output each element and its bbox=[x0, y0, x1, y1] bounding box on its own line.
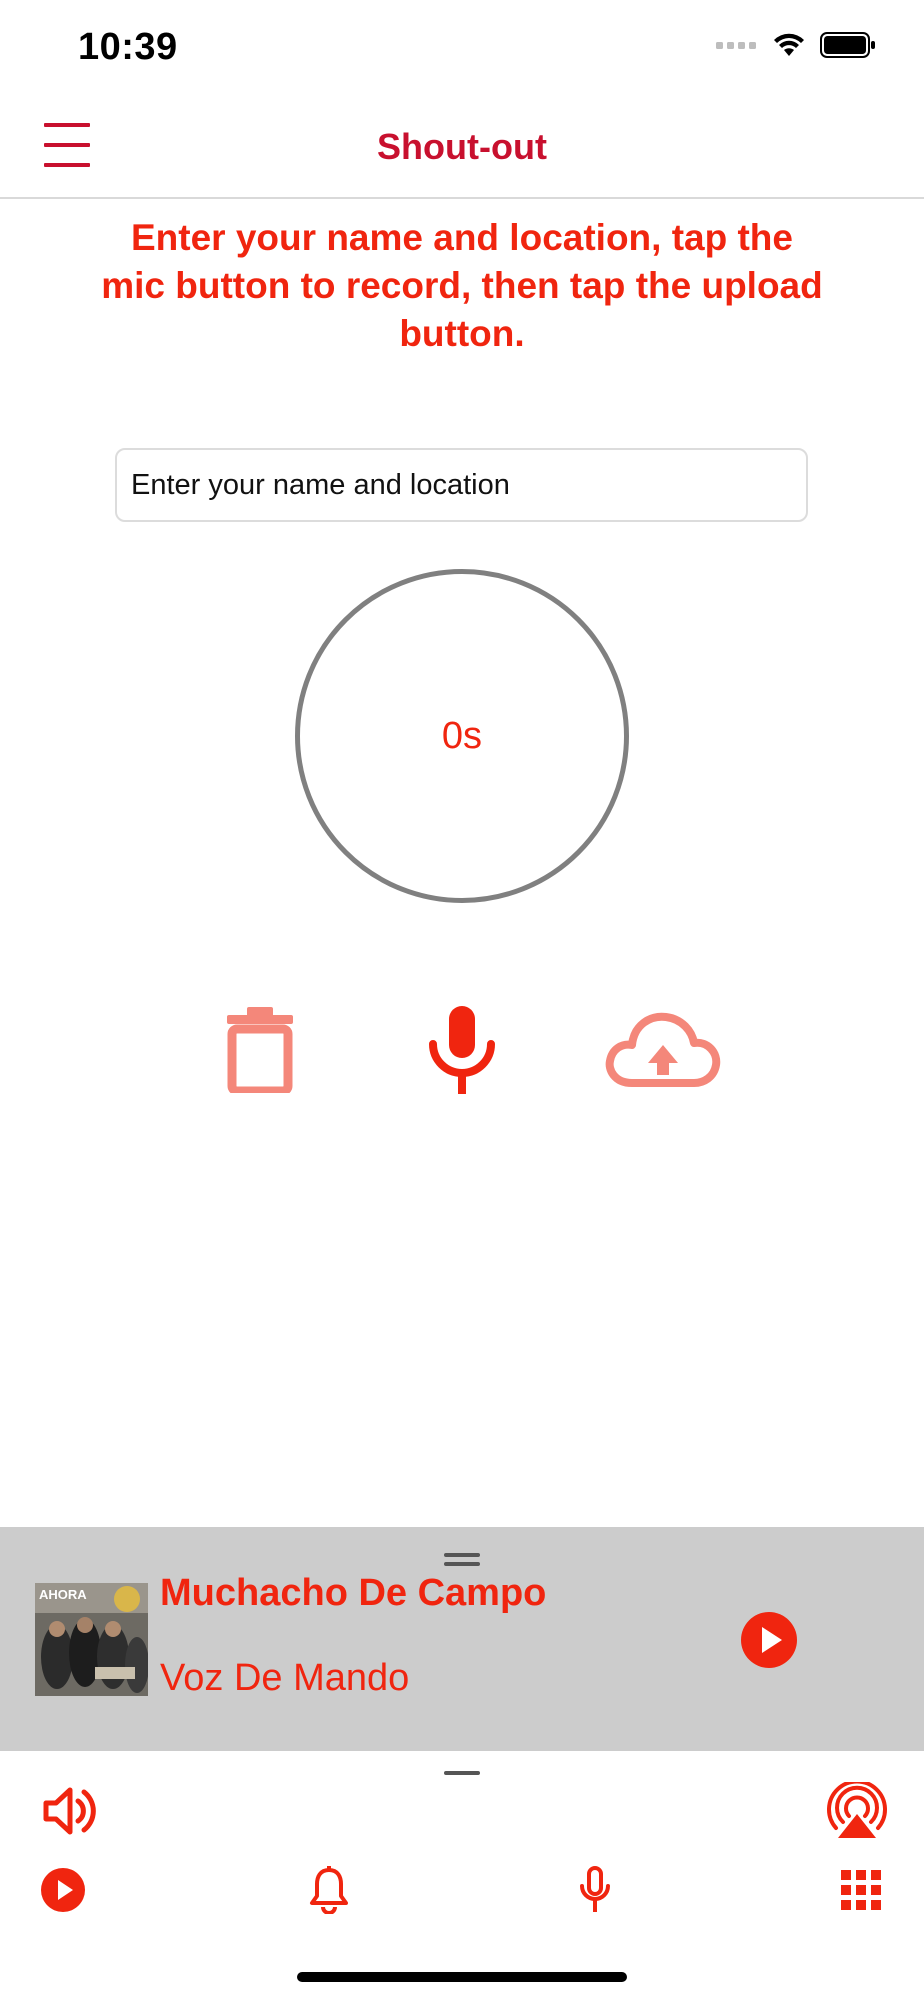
cellular-signal-icon bbox=[716, 42, 756, 49]
volume-button[interactable] bbox=[40, 1784, 100, 1838]
trash-icon bbox=[227, 1007, 293, 1093]
status-icons bbox=[716, 32, 876, 58]
tab-more[interactable] bbox=[838, 1867, 884, 1913]
battery-icon bbox=[820, 32, 875, 58]
mic-icon bbox=[580, 1866, 610, 1912]
microphone-icon bbox=[429, 1006, 495, 1094]
track-title: Muchacho De Campo bbox=[160, 1572, 547, 1614]
play-circle-icon bbox=[741, 1612, 797, 1668]
player-drag-handle[interactable] bbox=[444, 1553, 480, 1557]
player-play-button[interactable] bbox=[740, 1611, 798, 1669]
album-art-image: AHORA bbox=[35, 1583, 148, 1696]
album-art: AHORA bbox=[35, 1583, 148, 1696]
player-drag-handle-line bbox=[444, 1562, 480, 1566]
delete-recording-button[interactable] bbox=[215, 1000, 305, 1100]
tab-play[interactable] bbox=[38, 1865, 88, 1915]
upload-button[interactable] bbox=[600, 1000, 725, 1100]
airplay-icon bbox=[827, 1782, 887, 1838]
cloud-upload-icon bbox=[605, 1012, 720, 1087]
svg-text:AHORA: AHORA bbox=[39, 1587, 87, 1602]
recording-timer-text: 0s bbox=[441, 714, 483, 757]
track-artist: Voz De Mando bbox=[160, 1657, 410, 1699]
record-button[interactable] bbox=[412, 1000, 512, 1100]
play-icon bbox=[41, 1868, 85, 1912]
bell-icon bbox=[310, 1866, 348, 1914]
wifi-icon bbox=[774, 33, 804, 56]
airplay-button[interactable] bbox=[826, 1782, 888, 1840]
tab-shout-out[interactable] bbox=[570, 1863, 620, 1917]
home-indicator bbox=[297, 1972, 627, 1982]
bottom-toolbar bbox=[0, 1751, 924, 2000]
tab-notifications[interactable] bbox=[304, 1863, 354, 1917]
page-title: Shout-out bbox=[377, 126, 547, 167]
name-location-input[interactable] bbox=[115, 448, 808, 522]
toolbar-drag-handle[interactable] bbox=[444, 1771, 480, 1775]
volume-icon bbox=[43, 1787, 96, 1835]
status-time: 10:39 bbox=[78, 26, 178, 68]
instructions-text: Enter your name and location, tap the mi… bbox=[101, 217, 823, 354]
grid-icon bbox=[841, 1870, 881, 1910]
